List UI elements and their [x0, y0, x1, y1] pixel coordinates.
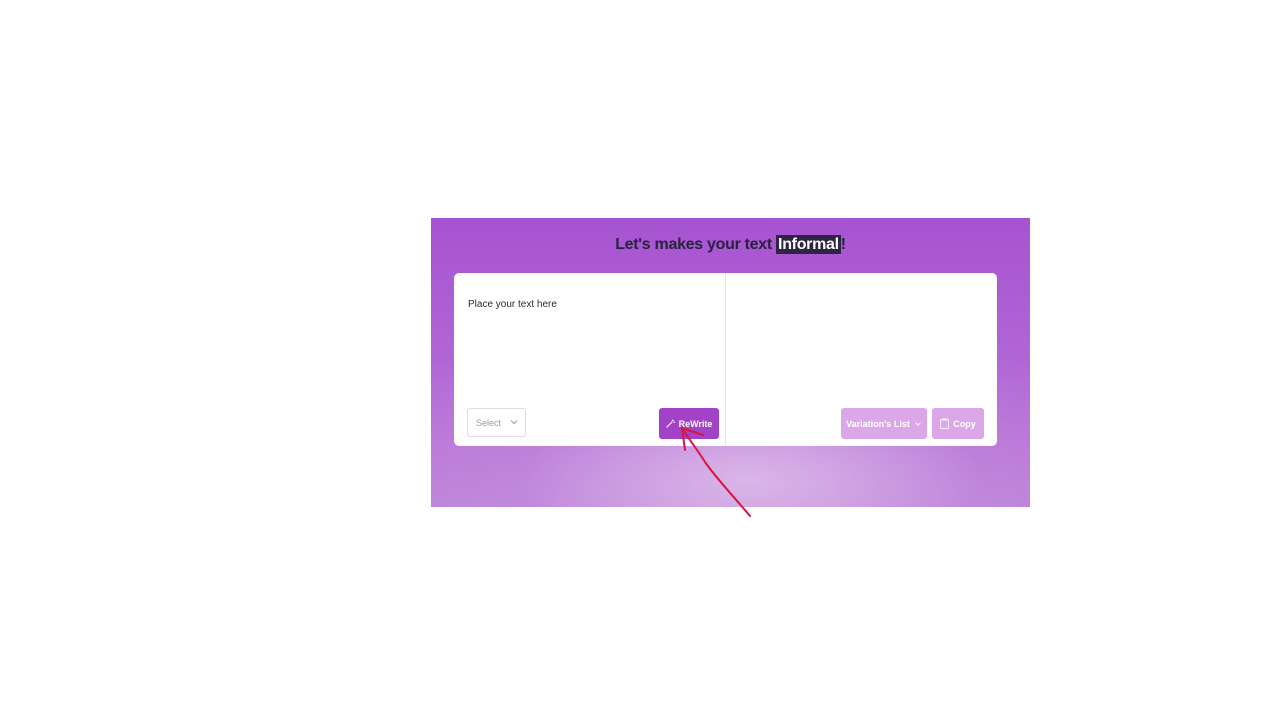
title-suffix: ! — [840, 236, 846, 253]
source-text-input[interactable] — [468, 299, 708, 399]
panel-divider — [725, 273, 726, 446]
tone-select-value: Select — [476, 417, 502, 428]
page-title: Let's makes your text Informal! — [431, 235, 1030, 254]
chevron-down-icon — [915, 421, 921, 426]
tone-select[interactable]: Select — [467, 408, 526, 437]
copy-button[interactable]: Copy — [932, 408, 984, 439]
copy-button-label: Copy — [953, 418, 976, 429]
chevron-down-icon — [510, 420, 518, 425]
rewrite-button-label: ReWrite — [678, 418, 713, 429]
editor-card: Select ReWrite Variation's List C — [454, 273, 997, 446]
clipboard-icon — [940, 418, 950, 429]
title-highlight-word: Informal — [776, 235, 841, 254]
rewrite-button[interactable]: ReWrite — [659, 408, 719, 439]
informal-rewriter-banner: Let's makes your text Informal! Select R… — [431, 218, 1030, 507]
magic-wand-icon — [665, 419, 675, 428]
variation-list-label: Variation's List — [846, 418, 910, 429]
variation-list-button[interactable]: Variation's List — [841, 408, 927, 439]
title-prefix: Let's makes your text — [615, 236, 777, 253]
